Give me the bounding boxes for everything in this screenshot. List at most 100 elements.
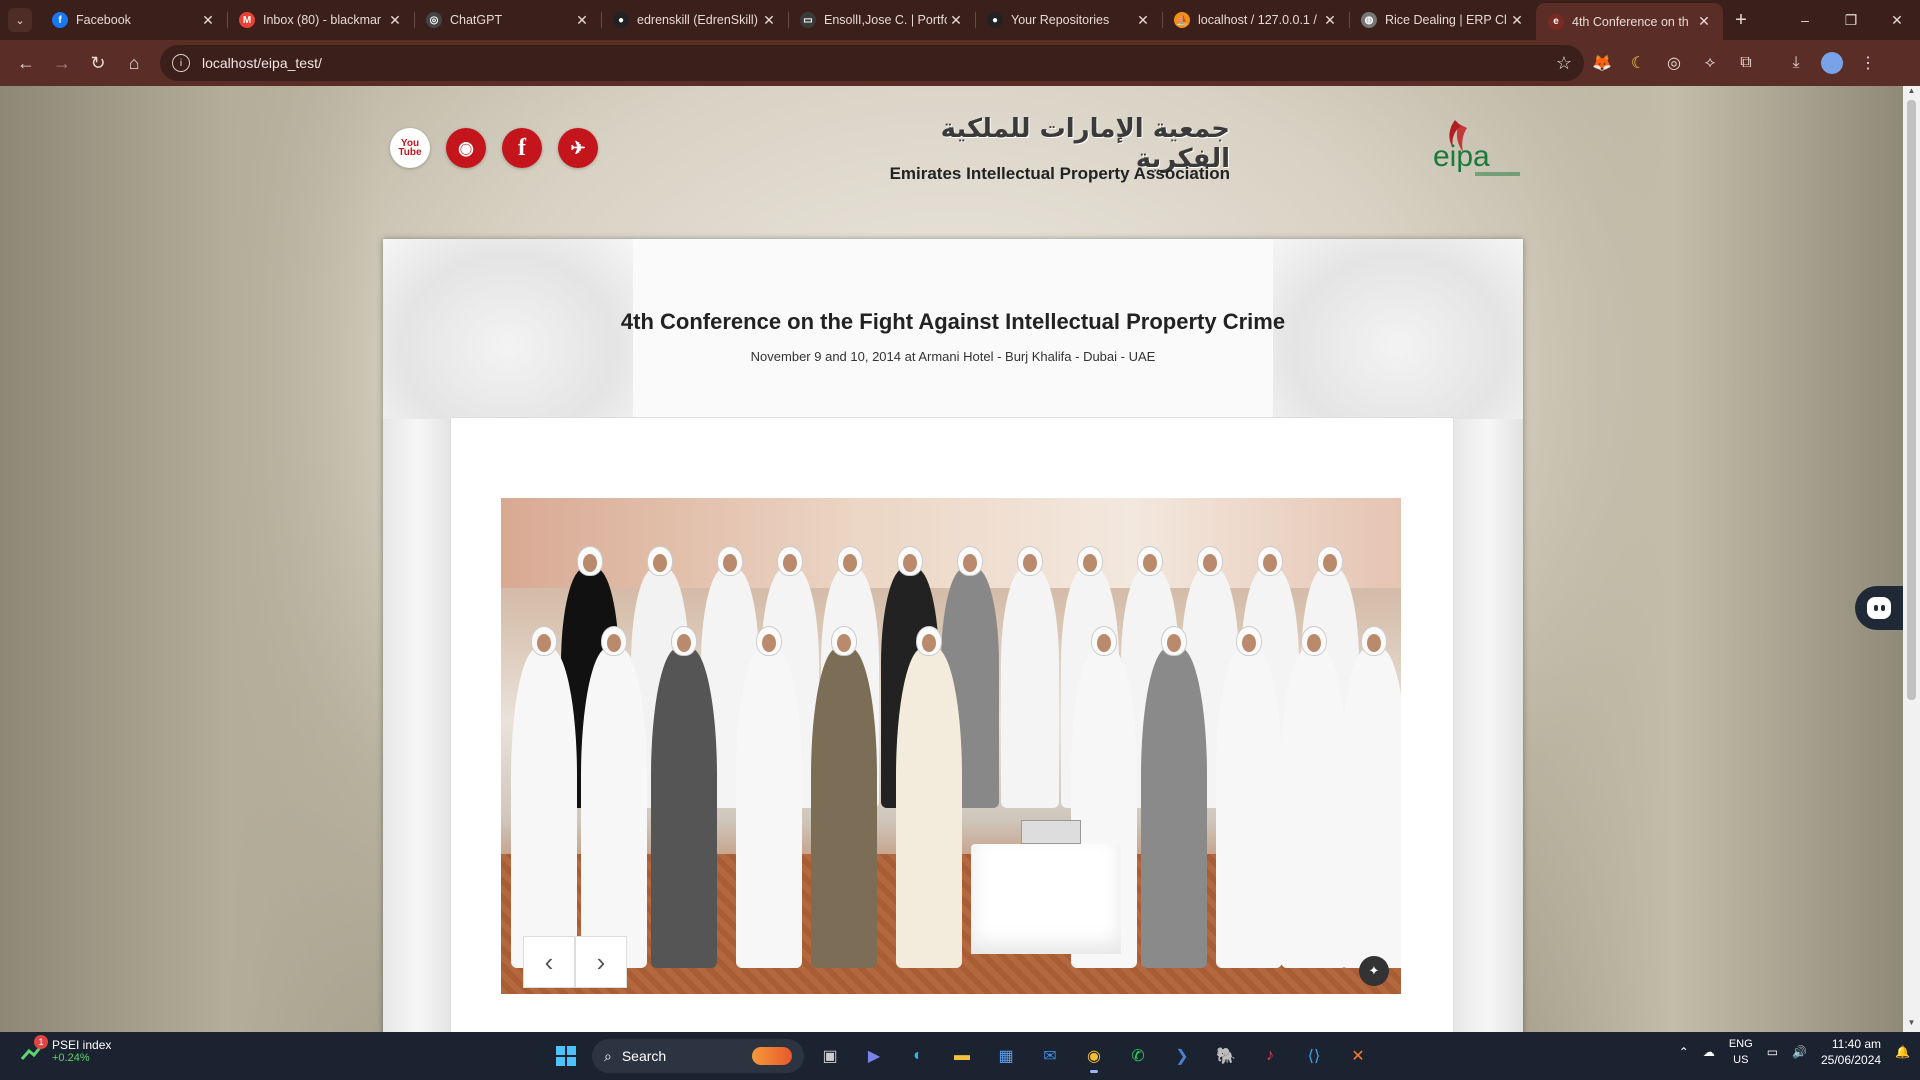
tab-title: ChatGPT bbox=[450, 13, 503, 27]
magic-wand-icon[interactable]: ✦ bbox=[1359, 956, 1389, 986]
metamask-extension-icon[interactable]: 🦊 bbox=[1584, 45, 1620, 81]
site-header: You Tube ◉ f ✈ جمعية الإمارات للملكية الف… bbox=[380, 86, 1520, 236]
powershell-icon[interactable]: ❯ bbox=[1164, 1038, 1200, 1074]
stock-widget[interactable]: 1 PSEI index +0.24% bbox=[20, 1035, 111, 1064]
tab-search-button[interactable]: ⌄ bbox=[0, 0, 40, 40]
file-explorer-icon[interactable]: ▬ bbox=[944, 1038, 980, 1074]
onedrive-icon[interactable]: ☁ bbox=[1703, 1045, 1715, 1059]
chevron-down-icon: ⌄ bbox=[8, 8, 32, 32]
content-box: ‹ › ✦ bbox=[450, 417, 1454, 1032]
notification-bell-icon[interactable]: 🔔 bbox=[1895, 1045, 1910, 1059]
chrome-icon[interactable]: ◉ bbox=[1076, 1038, 1112, 1074]
page-scrollbar[interactable]: ▲ ▼ bbox=[1903, 86, 1920, 1032]
chevron-up-icon[interactable]: ⌃ bbox=[1679, 1045, 1689, 1059]
tiktok-icon[interactable]: ♪ bbox=[1252, 1038, 1288, 1074]
table bbox=[971, 844, 1121, 954]
chatgpt-icon: ◎ bbox=[426, 12, 442, 28]
home-button[interactable]: ⌂ bbox=[116, 45, 152, 81]
site-info-icon[interactable]: i bbox=[172, 54, 190, 72]
forward-button[interactable]: → bbox=[44, 45, 80, 81]
download-icon[interactable]: ⤓ bbox=[1778, 45, 1814, 81]
slider-controls: ‹ › bbox=[523, 936, 627, 988]
slider-prev-button[interactable]: ‹ bbox=[523, 936, 575, 988]
tab-title: 4th Conference on th bbox=[1572, 14, 1689, 29]
search-icon: ⌕ bbox=[604, 1047, 612, 1064]
tab-close-icon[interactable]: ✕ bbox=[947, 12, 965, 29]
tab-title: Facebook bbox=[76, 13, 131, 27]
vscode-icon[interactable]: ⟨⟩ bbox=[1296, 1038, 1332, 1074]
robot-icon bbox=[1867, 597, 1891, 619]
facebook-icon[interactable]: f bbox=[502, 128, 542, 168]
gmail-icon: M bbox=[239, 12, 255, 28]
xampp-icon[interactable]: ✕ bbox=[1340, 1038, 1376, 1074]
address-bar[interactable]: i localhost/eipa_test/ ☆ bbox=[160, 45, 1584, 81]
tab-close-icon[interactable]: ✕ bbox=[1508, 12, 1526, 29]
github-icon: ● bbox=[613, 12, 629, 28]
whatsapp-icon[interactable]: ✆ bbox=[1120, 1038, 1156, 1074]
tab-close-icon[interactable]: ✕ bbox=[1695, 13, 1713, 30]
taskbar-search[interactable]: ⌕ Search bbox=[592, 1039, 804, 1073]
globe-icon: ◍ bbox=[1361, 12, 1377, 28]
chat-assistant-button[interactable] bbox=[1855, 586, 1903, 630]
image-slider[interactable]: ‹ › ✦ bbox=[501, 498, 1401, 994]
scroll-down-arrow[interactable]: ▼ bbox=[1903, 1018, 1920, 1032]
twitter-icon[interactable]: ✈ bbox=[558, 128, 598, 168]
close-window-button[interactable]: ✕ bbox=[1874, 0, 1920, 40]
scrollbar-thumb[interactable] bbox=[1907, 100, 1916, 700]
browser-tab[interactable]: e 4th Conference on th ✕ bbox=[1536, 3, 1723, 40]
volume-icon[interactable]: 🔊 bbox=[1792, 1045, 1807, 1059]
minimize-button[interactable]: – bbox=[1782, 0, 1828, 40]
browser-tab[interactable]: f Facebook ✕ bbox=[40, 3, 227, 37]
sidebar-extension-icon[interactable]: ⟡ bbox=[1692, 45, 1728, 81]
bookmark-star-icon[interactable]: ☆ bbox=[1556, 53, 1572, 74]
compass-extension-icon[interactable]: ◎ bbox=[1656, 45, 1692, 81]
tab-close-icon[interactable]: ✕ bbox=[1321, 12, 1339, 29]
youtube-icon[interactable]: You Tube bbox=[390, 128, 430, 168]
facebook-icon: f bbox=[52, 12, 68, 28]
language-indicator[interactable]: ENG US bbox=[1729, 1036, 1753, 1068]
tab-close-icon[interactable]: ✕ bbox=[760, 12, 778, 29]
person-figure bbox=[1001, 546, 1059, 808]
tab-close-icon[interactable]: ✕ bbox=[199, 12, 217, 29]
network-icon[interactable]: ▭ bbox=[1767, 1045, 1778, 1059]
person-figure bbox=[1216, 626, 1282, 968]
eipa-logo[interactable]: eipa bbox=[1425, 116, 1525, 186]
chrome-menu-icon[interactable]: ⋮ bbox=[1850, 45, 1886, 81]
url-text[interactable]: localhost/eipa_test/ bbox=[202, 55, 1556, 71]
tab-close-icon[interactable]: ✕ bbox=[386, 12, 404, 29]
tab-title: Your Repositories bbox=[1011, 13, 1110, 27]
browser-tab[interactable]: ⛵ localhost / 127.0.0.1 / ✕ bbox=[1162, 3, 1349, 37]
scroll-up-arrow[interactable]: ▲ bbox=[1903, 86, 1920, 100]
dark-mode-extension-icon[interactable]: ☾ bbox=[1620, 45, 1656, 81]
edge-icon[interactable]: ◐ bbox=[900, 1038, 936, 1074]
rss-icon[interactable]: ◉ bbox=[446, 128, 486, 168]
profile-avatar[interactable] bbox=[1814, 45, 1850, 81]
postgres-icon[interactable]: 🐘 bbox=[1208, 1038, 1244, 1074]
browser-tab[interactable]: ◍ Rice Dealing | ERP Cl ✕ bbox=[1349, 3, 1536, 37]
person-figure bbox=[511, 626, 577, 968]
browser-tab[interactable]: M Inbox (80) - blackmar ✕ bbox=[227, 3, 414, 37]
windows-start-icon[interactable] bbox=[548, 1038, 584, 1074]
tab-title: localhost / 127.0.0.1 / bbox=[1198, 13, 1317, 27]
browser-tab[interactable]: ● edrenskill (EdrenSkill) ✕ bbox=[601, 3, 788, 37]
browser-tab[interactable]: ● Your Repositories ✕ bbox=[975, 3, 1162, 37]
meet-icon[interactable]: ▶ bbox=[856, 1038, 892, 1074]
restore-button[interactable]: ❐ bbox=[1828, 0, 1874, 40]
extensions-puzzle-icon[interactable]: ⧉ bbox=[1728, 45, 1764, 81]
task-view-icon[interactable]: ▣ bbox=[812, 1038, 848, 1074]
browser-tab[interactable]: ▭ EnsollI,Jose C. | Portfo ✕ bbox=[788, 3, 975, 37]
widget-value: +0.24% bbox=[52, 1052, 90, 1064]
browser-tab[interactable]: ◎ ChatGPT ✕ bbox=[414, 3, 601, 37]
tab-close-icon[interactable]: ✕ bbox=[573, 12, 591, 29]
mail-icon[interactable]: ✉ bbox=[1032, 1038, 1068, 1074]
tab-close-icon[interactable]: ✕ bbox=[1134, 12, 1152, 29]
reload-button[interactable]: ↻ bbox=[80, 45, 116, 81]
clock[interactable]: 11:40 am 25/06/2024 bbox=[1821, 1036, 1881, 1068]
taskbar-apps: ⌕ Search ▣ ▶ ◐ ▬ ▦ ✉ ◉ ✆ ❯ 🐘 ♪ ⟨⟩ ✕ bbox=[548, 1038, 1376, 1074]
slider-next-button[interactable]: › bbox=[575, 936, 627, 988]
tab-title: Rice Dealing | ERP Cl bbox=[1385, 13, 1507, 27]
back-button[interactable]: ← bbox=[8, 45, 44, 81]
page-viewport: You Tube ◉ f ✈ جمعية الإمارات للملكية الف… bbox=[0, 86, 1903, 1032]
new-tab-button[interactable]: + bbox=[1723, 2, 1759, 38]
store-icon[interactable]: ▦ bbox=[988, 1038, 1024, 1074]
